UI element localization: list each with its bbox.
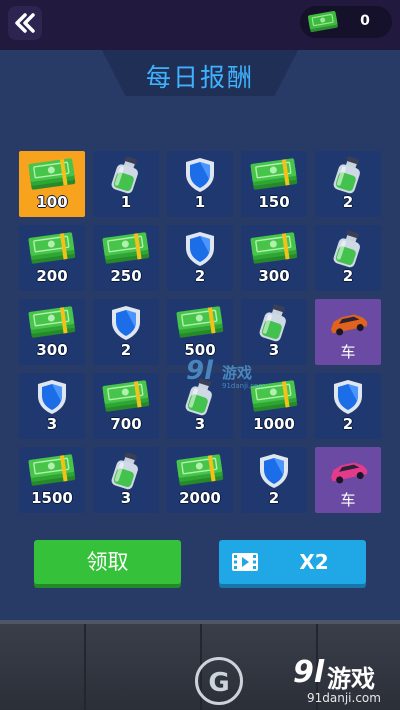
reward-cell-day-14[interactable]: 3: [241, 299, 307, 365]
reward-cell-day-3[interactable]: 1: [167, 151, 233, 217]
potion-bottle-icon: [241, 303, 307, 343]
cash-stack-icon: [241, 377, 307, 417]
reward-cell-day-19[interactable]: 1000: [241, 373, 307, 439]
potion-bottle-icon: [315, 229, 381, 269]
shield-icon: [167, 155, 233, 195]
reward-quantity: 1: [120, 193, 132, 211]
reward-cell-day-21[interactable]: 1500: [19, 447, 85, 513]
reward-quantity: 1000: [253, 415, 295, 433]
cash-stack-icon: [93, 377, 159, 417]
reward-cell-day-6[interactable]: 200: [19, 225, 85, 291]
reward-quantity: 2: [194, 267, 206, 285]
reward-cell-day-16[interactable]: 3: [19, 373, 85, 439]
cash-stack-icon: [19, 451, 85, 491]
reward-cell-day-7[interactable]: 250: [93, 225, 159, 291]
shield-icon: [315, 377, 381, 417]
reward-quantity: 200: [36, 267, 68, 285]
reward-quantity: 2: [342, 415, 354, 433]
reward-cell-day-9[interactable]: 300: [241, 225, 307, 291]
shield-icon: [93, 303, 159, 343]
reward-cell-day-18[interactable]: 3: [167, 373, 233, 439]
potion-bottle-icon: [93, 155, 159, 195]
reward-quantity: 1: [194, 193, 206, 211]
double-reward-button[interactable]: X2: [219, 540, 366, 584]
reward-quantity: 1500: [31, 489, 73, 507]
watermark-g-logo: G: [195, 657, 243, 705]
pink-car-icon: [315, 451, 381, 491]
watermark-brand-url: 91danji.com: [307, 691, 381, 705]
reward-grid: 100 1 1 150 2 200 250 2 300 2 300 2 500 3 车 3 700 3 1000 2 1…: [0, 0, 400, 520]
reward-cell-day-5[interactable]: 2: [315, 151, 381, 217]
reward-cell-day-24[interactable]: 2: [241, 447, 307, 513]
potion-bottle-icon: [315, 155, 381, 195]
cash-stack-icon: [167, 303, 233, 343]
reward-cell-day-13[interactable]: 500: [167, 299, 233, 365]
shield-icon: [167, 229, 233, 269]
cash-stack-icon: [19, 155, 85, 195]
reward-cell-day-23[interactable]: 2000: [167, 447, 233, 513]
reward-cell-day-8[interactable]: 2: [167, 225, 233, 291]
watermark-brand-text: 游戏: [327, 665, 375, 693]
cash-stack-icon: [241, 229, 307, 269]
reward-quantity: 2: [120, 341, 132, 359]
reward-quantity: 300: [258, 267, 290, 285]
cash-stack-icon: [241, 155, 307, 195]
reward-quantity: 100: [36, 193, 68, 211]
reward-cell-day-4[interactable]: 150: [241, 151, 307, 217]
reward-quantity: 2: [342, 193, 354, 211]
cash-stack-icon: [167, 451, 233, 491]
reward-cell-day-12[interactable]: 2: [93, 299, 159, 365]
double-reward-label: X2: [299, 550, 329, 574]
reward-quantity: 300: [36, 341, 68, 359]
reward-cell-day-20[interactable]: 2: [315, 373, 381, 439]
reward-quantity: 250: [110, 267, 142, 285]
cash-stack-icon: [19, 303, 85, 343]
potion-bottle-icon: [167, 377, 233, 417]
reward-quantity: 车: [340, 343, 356, 361]
reward-cell-day-25[interactable]: 车: [315, 447, 381, 513]
reward-quantity: 2: [342, 267, 354, 285]
reward-quantity: 500: [184, 341, 216, 359]
cash-stack-icon: [19, 229, 85, 269]
video-ad-icon: [232, 553, 258, 571]
reward-cell-day-2[interactable]: 1: [93, 151, 159, 217]
reward-quantity: 150: [258, 193, 290, 211]
reward-quantity: 3: [194, 415, 206, 433]
reward-quantity: 2000: [179, 489, 221, 507]
reward-cell-day-22[interactable]: 3: [93, 447, 159, 513]
watermark-bottom: G 9l 游戏 91danji.com: [195, 655, 400, 710]
reward-cell-day-15[interactable]: 车: [315, 299, 381, 365]
reward-cell-day-11[interactable]: 300: [19, 299, 85, 365]
cash-stack-icon: [93, 229, 159, 269]
shield-icon: [19, 377, 85, 417]
claim-button[interactable]: 领取: [34, 540, 181, 584]
reward-quantity: 3: [120, 489, 132, 507]
reward-quantity: 2: [268, 489, 280, 507]
reward-quantity: 3: [268, 341, 280, 359]
reward-cell-day-10[interactable]: 2: [315, 225, 381, 291]
watermark-brand-logo: 9l: [293, 655, 325, 690]
reward-quantity: 3: [46, 415, 58, 433]
reward-quantity: 700: [110, 415, 142, 433]
floor-seam: [84, 624, 86, 710]
reward-quantity: 车: [340, 491, 356, 509]
reward-cell-day-1[interactable]: 100: [19, 151, 85, 217]
shield-icon: [241, 451, 307, 491]
potion-bottle-icon: [93, 451, 159, 491]
reward-cell-day-17[interactable]: 700: [93, 373, 159, 439]
orange-car-icon: [315, 303, 381, 343]
